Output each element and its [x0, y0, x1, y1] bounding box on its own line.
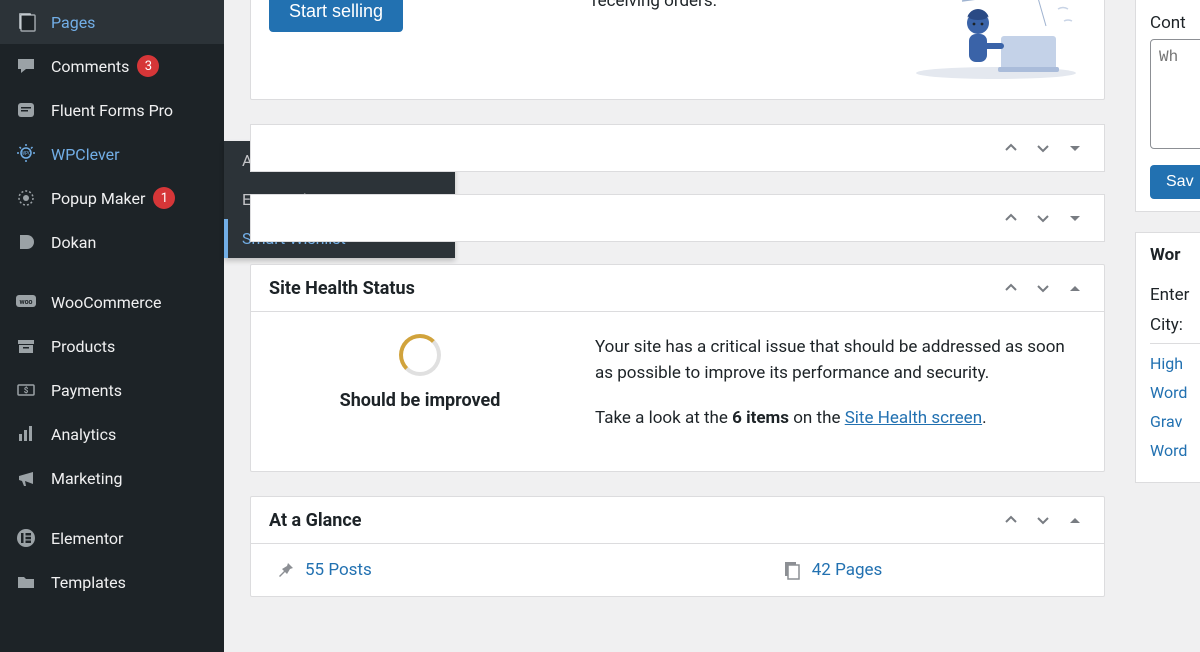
collapsed-postbox-1: [250, 124, 1105, 172]
glance-pages-text: 42 Pages: [812, 560, 883, 580]
site-health-title: Site Health Status: [269, 278, 415, 299]
move-down-icon[interactable]: [1032, 207, 1054, 229]
sidebar-item-label: Comments: [51, 57, 129, 76]
start-selling-button[interactable]: Start selling: [269, 0, 403, 32]
sidebar-item-label: Elementor: [51, 529, 123, 548]
main-content: Start selling receiving orders.: [224, 0, 1200, 652]
quick-draft-textarea[interactable]: [1150, 39, 1200, 149]
sidebar-item-payments[interactable]: $ Payments: [0, 368, 224, 412]
sidebar-item-label: WPClever: [51, 145, 120, 164]
right-link-1[interactable]: High: [1150, 354, 1200, 373]
sidebar-item-label: WooCommerce: [51, 293, 161, 312]
sidebar-item-comments[interactable]: Comments 3: [0, 44, 224, 88]
right-link-4[interactable]: Word: [1150, 441, 1200, 460]
move-down-icon[interactable]: [1032, 137, 1054, 159]
welcome-card: Start selling receiving orders.: [250, 0, 1105, 100]
welcome-illustration: [906, 0, 1086, 81]
sidebar-item-label: Fluent Forms Pro: [51, 101, 173, 120]
health-progress-icon: [399, 334, 441, 376]
sidebar-separator: [0, 264, 224, 280]
page-icon: [14, 10, 38, 34]
sidebar-item-dokan[interactable]: Dokan: [0, 220, 224, 264]
sidebar-item-woocommerce[interactable]: woo WooCommerce: [0, 280, 224, 324]
megaphone-icon: [14, 466, 38, 490]
dokan-icon: [14, 230, 38, 254]
toggle-icon[interactable]: [1064, 207, 1086, 229]
popupmaker-badge: 1: [153, 187, 175, 209]
right-link-2[interactable]: Word: [1150, 383, 1200, 402]
sidebar-item-label: Popup Maker: [51, 189, 145, 208]
sidebar-item-products[interactable]: Products: [0, 324, 224, 368]
sidebar-item-label: Analytics: [51, 425, 116, 444]
svg-text:woo: woo: [19, 298, 32, 306]
save-draft-button[interactable]: Sav: [1150, 165, 1200, 199]
sidebar-item-label: Products: [51, 337, 115, 356]
sidebar-item-marketing[interactable]: Marketing: [0, 456, 224, 500]
right-link-3[interactable]: Grav: [1150, 412, 1200, 431]
svg-text:$: $: [24, 386, 29, 395]
welcome-card-text: receiving orders.: [403, 0, 906, 11]
move-down-icon[interactable]: [1032, 277, 1054, 299]
sidebar-separator: [0, 500, 224, 516]
sidebar-item-label: Pages: [51, 13, 95, 32]
glance-pages-link[interactable]: 42 Pages: [782, 560, 883, 580]
collapsed-postbox-2: [250, 194, 1105, 242]
archive-icon: [14, 334, 38, 358]
city-label: City:: [1150, 315, 1200, 335]
sidebar-item-pages[interactable]: Pages: [0, 0, 224, 44]
comment-icon: [14, 54, 38, 78]
events-heading: Wor: [1150, 245, 1200, 265]
pages-icon: [782, 560, 802, 580]
comments-badge: 3: [137, 55, 159, 77]
content-label: Cont: [1150, 13, 1200, 33]
popup-icon: [14, 186, 38, 210]
move-up-icon[interactable]: [1000, 509, 1022, 531]
glance-posts-text: 55 Posts: [305, 560, 372, 580]
enter-city-text: Enter: [1150, 285, 1200, 305]
at-a-glance-card: At a Glance 55 Posts 42 Pages: [250, 496, 1105, 597]
toggle-icon[interactable]: [1064, 509, 1086, 531]
move-up-icon[interactable]: [1000, 207, 1022, 229]
sidebar-item-popupmaker[interactable]: Popup Maker 1: [0, 176, 224, 220]
toggle-icon[interactable]: [1064, 277, 1086, 299]
sidebar-item-label: Marketing: [51, 469, 122, 488]
site-health-card: Site Health Status Should be improved Yo…: [250, 264, 1105, 472]
move-up-icon[interactable]: [1000, 137, 1022, 159]
form-icon: [14, 98, 38, 122]
divider: [1150, 343, 1200, 344]
sidebar-item-label: Dokan: [51, 233, 96, 252]
svg-text:WPC: WPC: [21, 151, 33, 157]
at-a-glance-title: At a Glance: [269, 510, 361, 531]
toggle-icon[interactable]: [1064, 137, 1086, 159]
sidebar-item-wpclever[interactable]: WPC WPClever: [0, 132, 224, 176]
health-description: Your site has a critical issue that shou…: [595, 334, 1080, 387]
glance-posts-link[interactable]: 55 Posts: [275, 560, 372, 580]
site-health-link[interactable]: Site Health screen: [845, 408, 982, 428]
right-sidebar: Cont Sav Wor Enter City: High Word Grav …: [1135, 0, 1200, 503]
sidebar-item-analytics[interactable]: Analytics: [0, 412, 224, 456]
sidebar-item-fluentforms[interactable]: Fluent Forms Pro: [0, 88, 224, 132]
chart-icon: [14, 422, 38, 446]
sidebar-item-elementor[interactable]: Elementor: [0, 516, 224, 560]
move-up-icon[interactable]: [1000, 277, 1022, 299]
move-down-icon[interactable]: [1032, 509, 1054, 531]
pin-icon: [275, 560, 295, 580]
sidebar-item-label: Payments: [51, 381, 122, 400]
admin-sidebar: Pages Comments 3 Fluent Forms Pro WPC WP…: [0, 0, 224, 652]
elementor-icon: [14, 526, 38, 550]
sidebar-item-label: Templates: [51, 573, 126, 592]
lightbulb-icon: WPC: [14, 142, 38, 166]
folder-icon: [14, 570, 38, 594]
health-status-label: Should be improved: [275, 390, 565, 411]
health-cta: Take a look at the 6 items on the Site H…: [595, 405, 1080, 431]
sidebar-item-templates[interactable]: Templates: [0, 560, 224, 604]
woo-icon: woo: [14, 290, 38, 314]
money-icon: $: [14, 378, 38, 402]
